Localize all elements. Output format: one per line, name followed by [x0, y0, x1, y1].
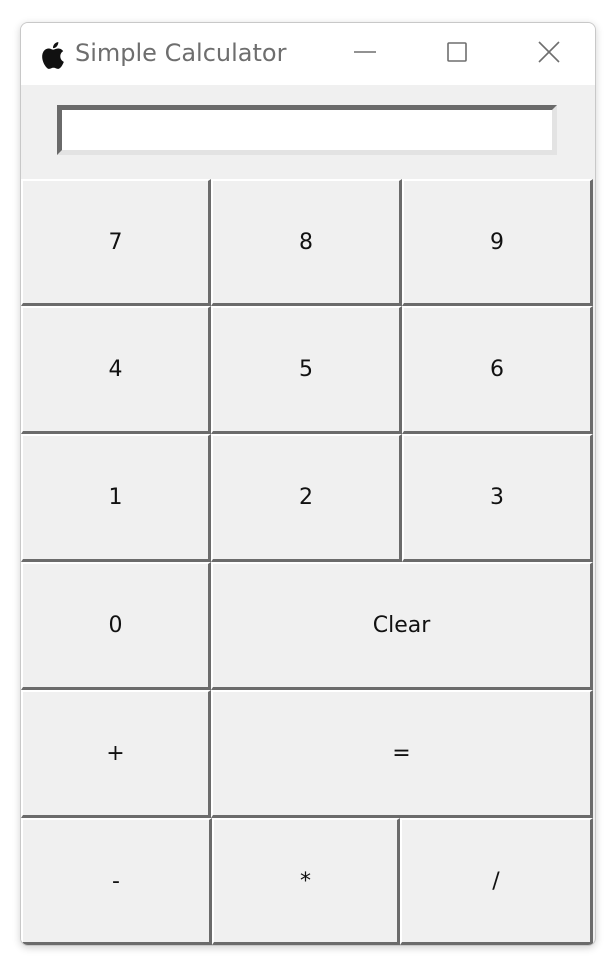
key-3[interactable]: 3	[402, 434, 593, 562]
maximize-icon	[445, 40, 469, 69]
title-bar[interactable]: Simple Calculator	[21, 23, 595, 85]
key-6[interactable]: 6	[402, 306, 593, 434]
key-9[interactable]: 9	[402, 179, 593, 306]
key-8[interactable]: 8	[211, 179, 402, 306]
key-7[interactable]: 7	[21, 179, 211, 306]
close-icon	[536, 39, 562, 70]
key-4[interactable]: 4	[21, 306, 211, 434]
equals-button[interactable]: =	[211, 690, 593, 818]
plus-button[interactable]: +	[21, 690, 211, 818]
close-button[interactable]	[503, 23, 595, 85]
apple-icon	[36, 37, 72, 73]
key-5[interactable]: 5	[211, 306, 402, 434]
minimize-button[interactable]	[319, 23, 411, 85]
minus-button[interactable]: -	[21, 818, 212, 945]
calculator-window: Simple Calculator 7 8 9 4 5 6 1 2 3 0 Cl…	[20, 22, 596, 946]
key-2[interactable]: 2	[211, 434, 402, 562]
maximize-button[interactable]	[411, 23, 503, 85]
key-0[interactable]: 0	[21, 562, 211, 690]
divide-button[interactable]: /	[400, 818, 593, 945]
clear-button[interactable]: Clear	[211, 562, 593, 690]
display-frame	[57, 105, 557, 155]
window-title: Simple Calculator	[75, 39, 286, 67]
minimize-icon	[353, 40, 377, 69]
display-input[interactable]	[62, 110, 552, 150]
multiply-button[interactable]: *	[212, 818, 400, 945]
key-1[interactable]: 1	[21, 434, 211, 562]
